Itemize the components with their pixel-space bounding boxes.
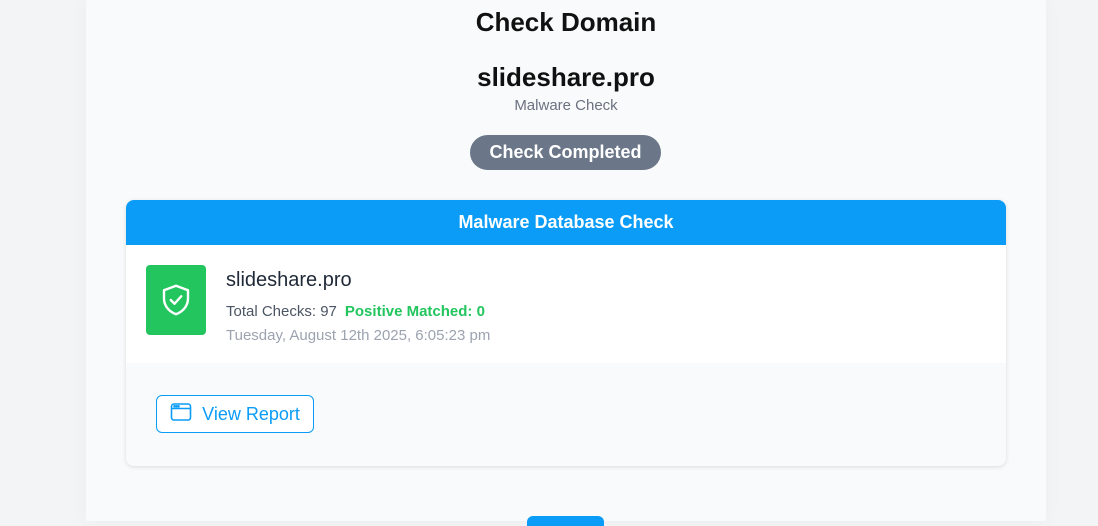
domain-heading: slideshare.pro	[477, 62, 655, 92]
malware-check-card: Malware Database Check slideshare.pro To…	[126, 200, 1006, 466]
shield-check-icon	[146, 265, 206, 335]
page-title: Check Domain	[475, 7, 657, 37]
total-checks: Total Checks: 97	[226, 303, 337, 320]
check-timestamp: Tuesday, August 12th 2025, 6:05:23 pm	[226, 327, 491, 344]
check-type-subtitle: Malware Check	[514, 97, 618, 114]
browser-window-icon	[170, 402, 192, 427]
view-report-label: View Report	[202, 403, 300, 424]
main-panel: Check Domain slideshare.pro Malware Chec…	[86, 0, 1046, 526]
check-stats: Total Checks: 97 Positive Matched: 0	[226, 303, 485, 320]
status-badge: Check Completed	[470, 135, 661, 170]
card-header: Malware Database Check	[126, 200, 1006, 245]
positive-matched: Positive Matched: 0	[344, 303, 485, 320]
view-report-button[interactable]: View Report	[156, 395, 314, 433]
card-body: slideshare.pro Total Checks: 97 Positive …	[126, 245, 1006, 363]
bottom-action-button[interactable]	[527, 516, 604, 526]
result-domain: slideshare.pro	[226, 269, 352, 291]
